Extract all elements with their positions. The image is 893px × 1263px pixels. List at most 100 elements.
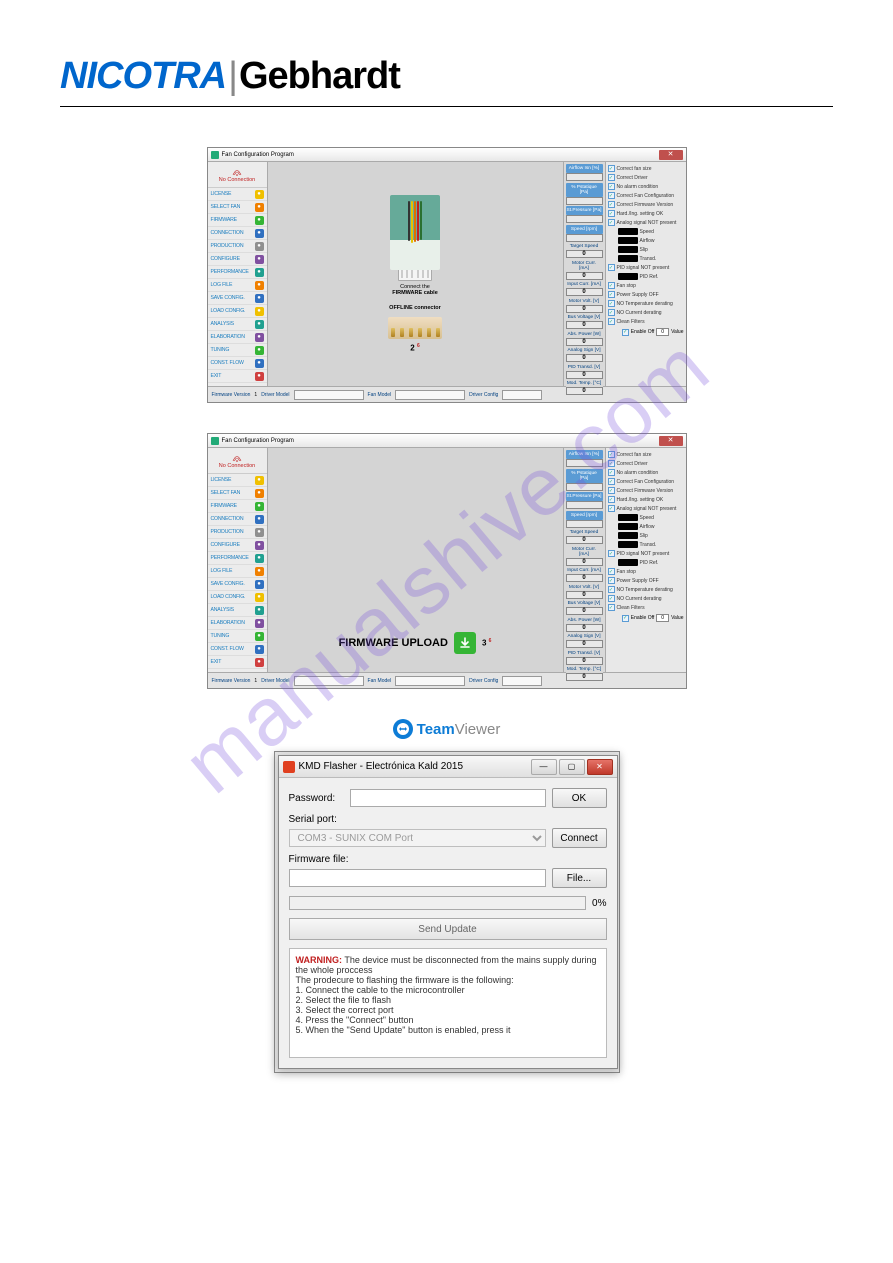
checkbox-icon[interactable]: ✓ [608,460,615,467]
sidebar-item[interactable]: CONNECTION● [208,227,267,240]
sidebar-item[interactable]: EXIT● [208,370,267,383]
sidebar-item[interactable]: ANALYSIS● [208,604,267,617]
sidebar-item[interactable]: LICENSE● [208,474,267,487]
sidebar-item[interactable]: TUNING● [208,344,267,357]
value-display: 0 [566,338,603,346]
sidebar-item[interactable]: TUNING● [208,630,267,643]
minimize-icon[interactable]: — [531,759,557,775]
sidebar-item[interactable]: CONNECTION● [208,513,267,526]
sidebar-icon: ● [255,593,264,602]
sidebar-item[interactable]: ELABORATION● [208,331,267,344]
sidebar-item[interactable]: LICENSE● [208,188,267,201]
checkbox-icon[interactable]: ✓ [608,577,615,584]
sidebar-item[interactable]: SAVE CONFIG.● [208,292,267,305]
send-update-button[interactable]: Send Update [289,918,607,940]
close-icon[interactable]: ✕ [659,150,683,160]
sidebar-item[interactable]: CONST. FLOW● [208,357,267,370]
checkbox-icon[interactable]: ✓ [608,469,615,476]
checkbox-icon[interactable]: ✓ [608,586,615,593]
close-icon[interactable]: ✕ [659,436,683,446]
firmware-file-input[interactable] [289,869,546,887]
sidebar-item[interactable]: PRODUCTION● [208,526,267,539]
sidebar-item[interactable]: LOAD CONFIG.● [208,305,267,318]
ok-button[interactable]: OK [552,788,607,808]
value-label[interactable]: Airflow Isn [%] [566,450,603,459]
value-label[interactable]: St.Pressure [Pa] [566,492,603,501]
checkbox-icon[interactable]: ✓ [608,219,615,226]
sidebar-item[interactable]: PERFORMANCE● [208,266,267,279]
checkbox-icon[interactable]: ✓ [608,451,615,458]
checkbox-icon[interactable]: ✓ [608,550,615,557]
checkbox-icon[interactable]: ✓ [608,604,615,611]
kmd-app-icon [283,761,295,773]
driver-model-select[interactable] [294,390,364,400]
sidebar-item[interactable]: ANALYSIS● [208,318,267,331]
value-display [566,234,603,242]
value-label[interactable]: Speed [rpm] [566,511,603,520]
value-display: 0 [566,607,603,615]
value-label[interactable]: % Pstatique [Pa] [566,469,603,483]
connect-button[interactable]: Connect [552,828,607,848]
sidebar-item[interactable]: CONST. FLOW● [208,643,267,656]
checkbox-icon[interactable]: ✓ [608,201,615,208]
sidebar-item[interactable]: LOG FILE● [208,565,267,578]
sidebar-icon: ● [255,320,264,329]
check-row: ✓NO Temperature derating [608,299,684,308]
indicator-row: Airflow [608,522,684,531]
value-label[interactable]: Speed [rpm] [566,225,603,234]
checkbox-icon[interactable]: ✓ [608,568,615,575]
sidebar-item[interactable]: PRODUCTION● [208,240,267,253]
sidebar-item[interactable]: ELABORATION● [208,617,267,630]
checkbox-icon[interactable]: ✓ [608,291,615,298]
fan-model-select[interactable] [395,390,465,400]
value-label[interactable]: St.Pressure [Pa] [566,206,603,215]
sidebar-item[interactable]: SELECT FAN● [208,201,267,214]
maximize-icon[interactable]: ▢ [559,759,585,775]
checkbox-icon[interactable]: ✓ [608,165,615,172]
checkbox-icon[interactable]: ✓ [608,183,615,190]
checkbox-icon[interactable]: ✓ [622,615,629,622]
driver-config-select[interactable] [502,390,542,400]
download-icon[interactable] [454,632,476,654]
sidebar-item[interactable]: FIRMWARE● [208,500,267,513]
checkbox-icon[interactable]: ✓ [608,595,615,602]
checkbox-icon[interactable]: ✓ [608,192,615,199]
close-icon[interactable]: ✕ [587,759,613,775]
value-label[interactable]: % Pstatique [Pa] [566,183,603,197]
sidebar-item[interactable]: PERFORMANCE● [208,552,267,565]
checkbox-icon[interactable]: ✓ [608,309,615,316]
driver-model-select[interactable] [294,676,364,686]
checkbox-icon[interactable]: ✓ [608,210,615,217]
sidebar-item[interactable]: CONFIGURE● [208,539,267,552]
sidebar-item[interactable]: FIRMWARE● [208,214,267,227]
file-button[interactable]: File... [552,868,607,888]
checkbox-icon[interactable]: ✓ [608,487,615,494]
checkbox-icon[interactable]: ✓ [622,329,629,336]
step-number: 2 6 [410,343,419,353]
sidebar-item[interactable]: SAVE CONFIG.● [208,578,267,591]
sidebar-item[interactable]: SELECT FAN● [208,487,267,500]
sidebar-item[interactable]: LOG FILE● [208,279,267,292]
check-row: ✓Fan stop [608,567,684,576]
checkbox-icon[interactable]: ✓ [608,282,615,289]
value-display: 0 [566,321,603,329]
checkbox-icon[interactable]: ✓ [608,300,615,307]
value-display [566,459,603,467]
checkbox-icon[interactable]: ✓ [608,264,615,271]
checkbox-icon[interactable]: ✓ [608,478,615,485]
kmd-titlebar: KMD Flasher - Electrónica Kald 2015 — ▢ … [279,756,617,778]
sidebar-item[interactable]: LOAD CONFIG.● [208,591,267,604]
checkbox-icon[interactable]: ✓ [608,318,615,325]
password-input[interactable] [350,789,546,807]
serial-port-select[interactable]: COM3 - SUNIX COM Port [289,829,546,847]
checkbox-icon[interactable]: ✓ [608,174,615,181]
driver-config-select[interactable] [502,676,542,686]
checkbox-icon[interactable]: ✓ [608,505,615,512]
checkbox-icon[interactable]: ✓ [608,496,615,503]
sidebar-item[interactable]: EXIT● [208,656,267,669]
window-title: Fan Configuration Program [222,438,294,444]
sidebar: No Connection LICENSE●SELECT FAN●FIRMWAR… [208,448,268,672]
sidebar-item[interactable]: CONFIGURE● [208,253,267,266]
value-label[interactable]: Airflow Isn [%] [566,164,603,173]
fan-model-select[interactable] [395,676,465,686]
